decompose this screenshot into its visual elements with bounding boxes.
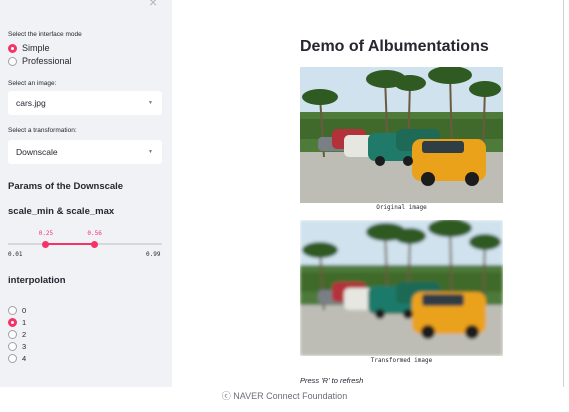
slider-max-label: 0.99 [146,251,161,258]
image-select[interactable]: cars.jpg ▼ [8,91,162,115]
params-heading: Params of the Downscale [8,181,124,192]
slider-high-handle[interactable] [90,240,98,248]
footer-credit: ⓒ NAVER Connect Foundation [221,391,348,401]
interpolation-option-label: 1 [22,318,27,327]
slider-high-value: 0.56 [87,230,102,237]
interpolation-option-3[interactable]: 3 [8,342,26,351]
chevron-down-icon: ▼ [148,100,153,106]
radio-unselected-icon [8,354,17,363]
radio-unselected-icon [8,342,17,351]
page-title: Demo of Albumentations [300,38,489,55]
interpolation-option-label: 2 [22,330,27,339]
interpolation-option-label: 4 [22,354,27,363]
transformed-image-caption: Transformed image [370,357,433,364]
image-select-value: cars.jpg [16,98,46,108]
radio-unselected-icon [8,330,17,339]
original-image-caption: Original image [376,204,427,211]
image-select-label: Select an image: [8,80,57,87]
mode-option-label: Professional [22,56,72,66]
interpolation-option-0[interactable]: 0 [8,306,26,315]
interpolation-option-2[interactable]: 2 [8,330,26,339]
mode-option-label: Simple [22,43,50,53]
mode-option-professional[interactable]: Professional [8,56,72,66]
interpolation-option-label: 3 [22,342,27,351]
interpolation-heading: interpolation [8,275,66,286]
radio-selected-icon [8,318,17,327]
slider-low-handle[interactable] [42,240,50,248]
transform-select-label: Select a transformation: [8,127,77,134]
chevron-down-icon: ▼ [148,149,153,155]
original-image [300,67,503,203]
interpolation-option-1[interactable]: 1 [8,318,26,327]
interpolation-option-label: 0 [22,306,27,315]
slider-min-label: 0.01 [8,251,23,258]
scrollbar-divider [563,0,564,387]
radio-unselected-icon [8,306,17,315]
transformed-image [300,220,503,356]
refresh-hint: Press 'R' to refresh [300,376,364,385]
close-sidebar-button[interactable]: × [149,0,157,10]
range-slider-fill [45,243,95,245]
interpolation-option-4[interactable]: 4 [8,354,26,363]
radio-unselected-icon [8,56,17,66]
range-slider-track[interactable] [8,240,162,248]
sidebar: × Select the interface mode Simple Profe… [0,0,172,387]
slider-low-value: 0.25 [38,230,54,237]
mode-option-simple[interactable]: Simple [8,43,50,53]
radio-selected-icon [8,43,17,53]
slider-heading: scale_min & scale_max [8,206,115,217]
transform-select[interactable]: Downscale ▼ [8,140,162,164]
mode-label: Select the interface mode [8,31,82,38]
transform-select-value: Downscale [16,147,58,157]
